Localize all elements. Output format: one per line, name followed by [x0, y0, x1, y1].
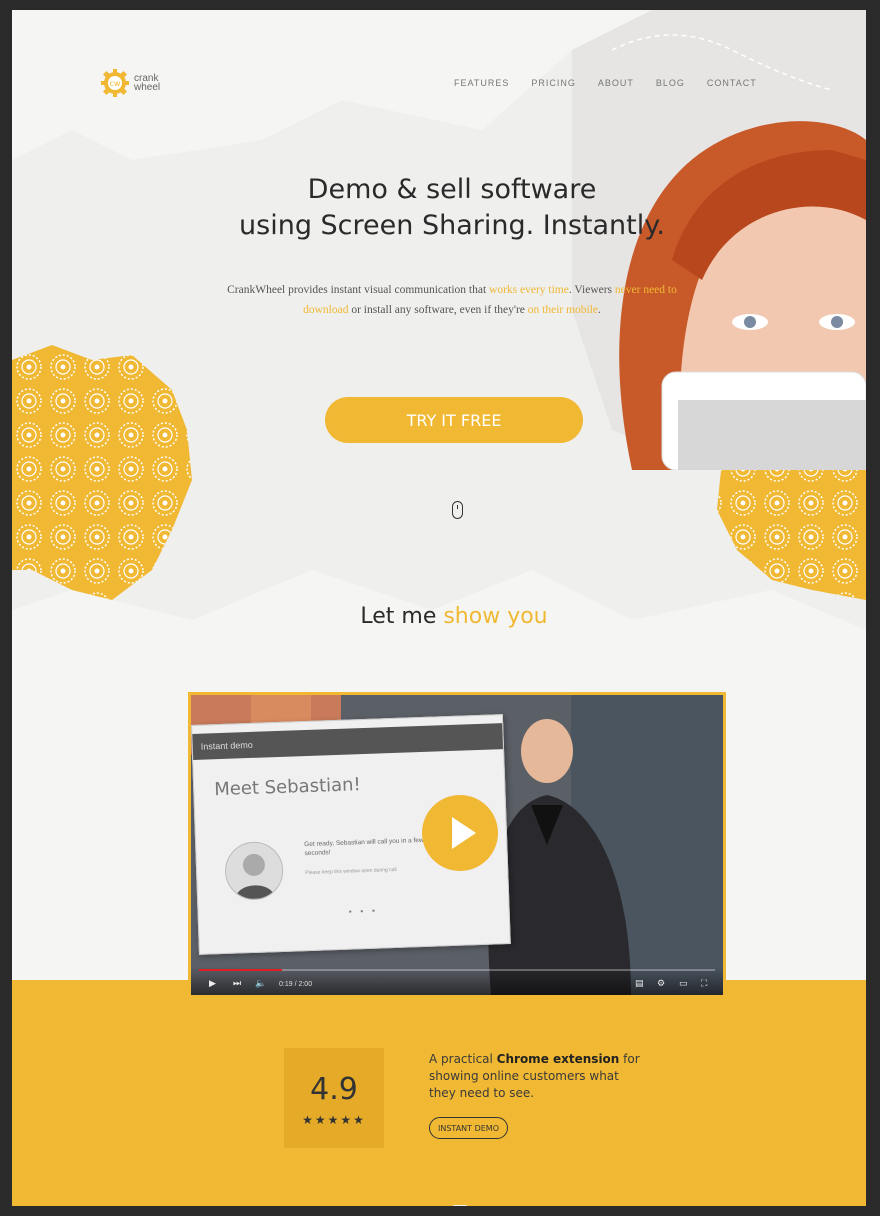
band-notch — [453, 1205, 467, 1206]
video-controls: ▶ ⏭ 🔈 0:19 / 2:00 ▤ ⚙ ▭ ⛶ — [191, 967, 723, 995]
meet-title: Meet Sebastian! — [213, 774, 362, 801]
hero-subtitle: CrankWheel provides instant visual commu… — [226, 280, 678, 320]
hero-title-line1: Demo & sell software — [307, 174, 597, 205]
show-you-heading: Let me show you — [262, 604, 646, 629]
rating-value: 4.9 — [310, 1072, 358, 1107]
avatar — [224, 840, 285, 901]
theater-icon[interactable]: ▭ — [679, 979, 688, 989]
video-progress-fill — [199, 969, 282, 971]
brand-logo[interactable]: cw crank wheel — [100, 68, 160, 98]
hero-sub-text: or install any software, even if they're — [348, 304, 528, 316]
hero-title: Demo & sell software using Screen Sharin… — [192, 172, 712, 244]
loading-dots: • • • — [348, 905, 379, 917]
instant-demo-button[interactable]: INSTANT DEMO — [429, 1117, 508, 1139]
hero-sub-text: . — [598, 304, 601, 316]
settings-icon[interactable]: ⚙ — [657, 979, 665, 989]
rating-stars-icon: ★★★★★ — [302, 1113, 366, 1127]
hero-title-line2: using Screen Sharing. Instantly. — [239, 210, 665, 241]
call-message: Get ready, Sebastian will call you in a … — [304, 836, 424, 858]
hero-sub-highlight: on their mobile — [527, 304, 599, 316]
try-it-free-button[interactable]: TRY IT FREE — [325, 397, 583, 443]
nav-about[interactable]: ABOUT — [598, 78, 634, 88]
nav-blog[interactable]: BLOG — [656, 78, 685, 88]
mouse-scroll-icon[interactable] — [452, 501, 463, 519]
video-progress[interactable] — [199, 969, 715, 971]
gear-logo-icon: cw — [101, 69, 129, 97]
play-control-icon[interactable]: ▶ — [209, 979, 216, 989]
landing-page: cw crank wheel FEATURES PRICING ABOUT BL… — [12, 10, 866, 1206]
fullscreen-icon[interactable]: ⛶ — [701, 979, 707, 989]
rating-box: 4.9 ★★★★★ — [284, 1048, 384, 1148]
instant-demo-header: Instant demo — [192, 723, 504, 760]
pitch-text: A practical — [429, 1052, 497, 1066]
video-time: 0:19 / 2:00 — [279, 981, 313, 988]
main-nav: FEATURES PRICING ABOUT BLOG CONTACT — [454, 78, 757, 88]
hero-sub-highlight: works every time — [489, 284, 569, 296]
chrome-extension-pitch: A practical Chrome extension for showing… — [429, 1051, 649, 1102]
hero-sub-text: CrankWheel provides instant visual commu… — [227, 284, 490, 296]
logo-glyph: cw — [110, 79, 121, 88]
hero-sub-text: . Viewers — [568, 284, 615, 296]
logo-text-line2: wheel — [134, 82, 161, 93]
show-title-highlight: show you — [443, 604, 548, 629]
captions-icon[interactable]: ▤ — [635, 979, 644, 989]
next-icon[interactable]: ⏭ — [233, 979, 241, 989]
pitch-highlight: Chrome extension — [496, 1052, 620, 1066]
show-title-text: Let me — [360, 604, 444, 629]
nav-features[interactable]: FEATURES — [454, 78, 509, 88]
volume-icon[interactable]: 🔈 — [255, 979, 266, 989]
play-icon[interactable] — [422, 795, 498, 871]
call-note: Please keep this window open during call — [305, 866, 397, 877]
demo-video-player[interactable]: Instant demo Meet Sebastian! Get ready, … — [188, 692, 726, 998]
nav-pricing[interactable]: PRICING — [531, 78, 576, 88]
nav-contact[interactable]: CONTACT — [707, 78, 757, 88]
